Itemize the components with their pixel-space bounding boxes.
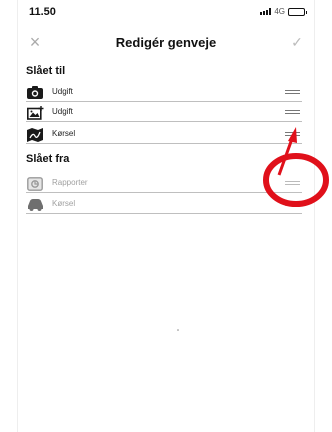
report-icon [26,176,44,191]
drag-handle-icon[interactable] [285,90,300,96]
map-icon [26,127,44,142]
drag-handle-icon[interactable] [285,132,300,138]
phone-screen: 11.50 4G × Redigér genveje ✓ Slået til U… [18,0,314,432]
shortcut-row-reports[interactable]: Rapporter [26,175,302,193]
page-title: Redigér genveje [115,35,217,50]
shortcut-label: Rapporter [52,178,88,187]
shortcut-label: Kørsel [52,129,76,138]
navigation-bar: × Redigér genveje ✓ [18,30,314,58]
shortcut-label: Udgift [52,87,73,96]
shortcut-row-mileage[interactable]: Kørsel [26,126,302,144]
status-time: 11.50 [29,6,56,18]
close-icon[interactable]: × [25,32,45,52]
confirm-icon[interactable]: ✓ [287,32,307,52]
drag-handle-icon[interactable] [285,202,300,208]
camera-icon [26,85,44,100]
shortcut-row-mileage-disabled[interactable]: Kørsel [26,196,302,214]
status-bar: 11.50 4G [18,0,314,26]
disabled-section-title: Slået fra [26,153,70,165]
battery-icon [288,7,307,16]
drag-handle-icon[interactable] [285,110,300,116]
drag-handle-icon[interactable] [285,181,300,187]
signal-icon [260,8,272,15]
status-indicators: 4G [260,7,307,16]
image-add-icon [26,105,44,120]
shortcut-row-expense-camera[interactable]: Udgift [26,84,302,102]
car-icon [26,197,44,212]
network-type: 4G [274,7,285,16]
shortcut-label: Kørsel [52,199,76,208]
enabled-section-title: Slået til [26,65,66,77]
shortcut-label: Udgift [52,107,73,116]
shortcut-row-expense-image[interactable]: Udgift [26,104,302,122]
